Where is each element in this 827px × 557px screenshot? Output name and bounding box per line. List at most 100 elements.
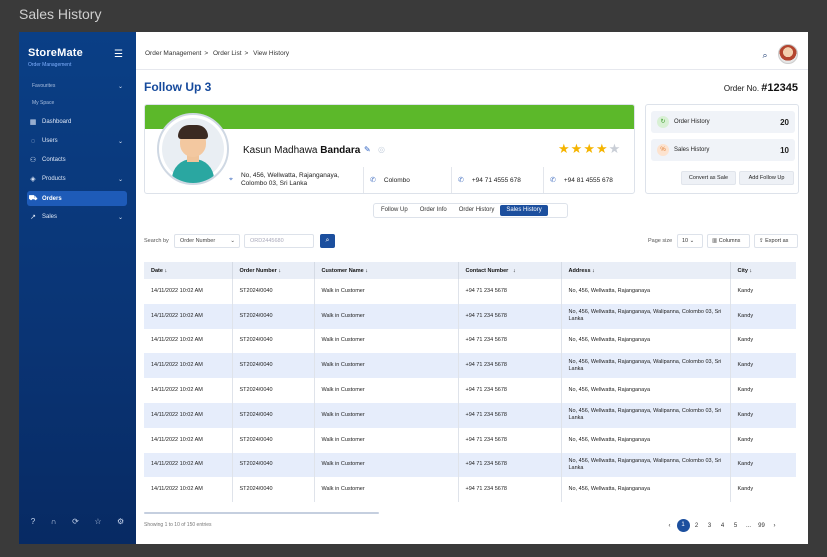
sales-history-table: Date ↓ Order Number ↓ Customer Name ↓ Co… xyxy=(144,262,796,503)
columns-button[interactable]: ▥ Columns xyxy=(707,234,750,248)
sidebar-item-contacts[interactable]: ⚇ Contacts xyxy=(27,153,127,167)
search-input[interactable]: ORD2445680 xyxy=(244,234,314,248)
breadcrumb-item: View History xyxy=(253,50,290,57)
column-header-order-number[interactable]: Order Number ↓ xyxy=(232,262,315,279)
customer-profile-card: Kasun Madhawa Bandara ✎ ◎ ★★★★★ ⌖ No, 45… xyxy=(144,104,635,194)
export-icon: ⇪ xyxy=(759,238,764,244)
page-title: Follow Up 3 xyxy=(144,80,212,94)
entries-info: Showing 1 to 10 of 150 entries xyxy=(144,522,212,528)
export-button[interactable]: ⇪ Export as xyxy=(754,234,798,248)
history-card: ↻ Order History 20 % Sales History 10 Co… xyxy=(645,104,799,194)
table-row[interactable]: 14/11/2022 10:02 AM ST2024/0040 Walk in Cu… xyxy=(144,378,796,403)
users-icon: ◌ xyxy=(30,137,36,145)
main-content: Order Management > Order List > View Histo… xyxy=(136,40,808,544)
chevron-right-icon[interactable]: › xyxy=(769,523,781,529)
edit-icon[interactable]: ✎ xyxy=(364,145,371,154)
column-header-address[interactable]: Address ↓ xyxy=(561,262,731,279)
city-cell: ✆ Colombo xyxy=(363,167,451,193)
star-icon[interactable]: ★ xyxy=(571,141,584,156)
sync-icon[interactable]: ⟳ xyxy=(72,517,79,526)
sales-icon: ↗ xyxy=(30,214,36,221)
avatar[interactable] xyxy=(778,44,798,64)
tab-sales-history[interactable]: Sales History xyxy=(500,205,548,216)
tab-bar: Follow Up Order Info Order History Sales… xyxy=(373,203,568,218)
sidebar-myspace: My Space xyxy=(32,100,55,106)
table-row[interactable]: 14/11/2022 10:02 AM ST2024/0040 Walk in Cu… xyxy=(144,477,796,503)
page-size-select[interactable]: 10 ⌄ xyxy=(677,234,703,248)
page-ellipsis: ... xyxy=(745,522,751,529)
customer-name: Kasun Madhawa Bandara xyxy=(243,145,361,156)
breadcrumb-item[interactable]: Order Management xyxy=(145,50,201,57)
breadcrumb-item[interactable]: Order List xyxy=(213,50,242,57)
star-icon[interactable]: ☆ xyxy=(94,517,101,526)
menu-icon[interactable]: ☰ xyxy=(114,49,123,60)
tab-follow-up[interactable]: Follow Up xyxy=(375,205,414,216)
order-history-stat[interactable]: ↻ Order History 20 xyxy=(651,111,795,133)
percent-icon: % xyxy=(657,144,669,156)
table-row[interactable]: 14/11/2022 10:02 AM ST2024/0040 Walk in Cu… xyxy=(144,402,796,428)
page-button[interactable]: 3 xyxy=(704,523,716,529)
table-row[interactable]: 14/11/2022 10:02 AM ST2024/0040 Walk in Cu… xyxy=(144,427,796,453)
products-icon: ◈ xyxy=(30,176,36,183)
column-header-contact-number[interactable]: Contact Number ↓ xyxy=(458,262,562,279)
horizontal-scrollbar[interactable] xyxy=(144,512,379,514)
frame-title: Sales History xyxy=(19,6,102,22)
page-button[interactable]: 2 xyxy=(691,523,703,529)
refresh-icon: ↻ xyxy=(657,116,669,128)
search-by-select[interactable]: Order Number ⌄ xyxy=(174,234,240,248)
settings-icon[interactable]: ⚙ xyxy=(117,517,124,526)
customer-avatar xyxy=(157,113,229,185)
topbar: Order Management > Order List > View Histo… xyxy=(136,40,808,70)
page-button[interactable]: 5 xyxy=(730,523,742,529)
help-icon[interactable]: ? xyxy=(31,517,35,526)
chevron-down-icon: ⌄ xyxy=(117,138,123,145)
sidebar-item-products[interactable]: ◈ Products ⌄ xyxy=(27,172,127,186)
table-header-row: Date ↓ Order Number ↓ Customer Name ↓ Co… xyxy=(144,262,796,279)
sidebar-item-sales[interactable]: ↗ Sales ⌄ xyxy=(27,210,127,224)
customer-info-row: ⌖ No, 456, Wellwatta, Rajanganaya, Colom… xyxy=(223,167,633,193)
breadcrumb: Order Management > Order List > View Histo… xyxy=(145,50,290,57)
phone-icon: ✆ xyxy=(458,177,464,184)
tab-order-history[interactable]: Order History xyxy=(453,205,501,216)
table-row[interactable]: 14/11/2022 10:02 AM ST2024/0040 Walk in Cu… xyxy=(144,353,796,379)
convert-as-sale-button[interactable]: Convert as Sale xyxy=(681,171,736,185)
table-row[interactable]: 14/11/2022 10:02 AM ST2024/0040 Walk in Cu… xyxy=(144,328,796,354)
page-button[interactable]: 99 xyxy=(756,523,768,529)
search-icon[interactable]: ⌕ xyxy=(756,46,774,64)
headset-icon[interactable]: ∩ xyxy=(51,517,57,526)
add-follow-up-button[interactable]: Add Follow Up xyxy=(739,171,794,185)
chevron-down-icon: ⌄ xyxy=(117,83,123,90)
chevron-left-icon[interactable]: ‹ xyxy=(664,523,676,529)
column-header-date[interactable]: Date ↓ xyxy=(144,262,233,279)
logo: StoreMate xyxy=(28,47,83,59)
chevron-down-icon: ⌄ xyxy=(230,238,235,244)
search-icon: ⌕ xyxy=(325,237,330,244)
sales-history-stat[interactable]: % Sales History 10 xyxy=(651,139,795,161)
table-row[interactable]: 14/11/2022 10:02 AM ST2024/0040 Walk in Cu… xyxy=(144,303,796,329)
phone2-cell: ✆ +94 81 4555 678 xyxy=(543,167,633,193)
sidebar-item-orders[interactable]: ⛟ Orders xyxy=(27,191,127,206)
sidebar-bottom-actions: ? ∩ ⟳ ☆ ⚙ xyxy=(19,517,136,526)
sidebar-item-dashboard[interactable]: ▦ Dashboard xyxy=(27,115,127,129)
search-by-label: Search by xyxy=(144,238,169,244)
star-icon[interactable]: ★ xyxy=(596,141,609,156)
table-row[interactable]: 14/11/2022 10:02 AM ST2024/0040 Walk in Cu… xyxy=(144,279,796,304)
columns-icon: ▥ xyxy=(712,238,718,244)
star-icon[interactable]: ★ xyxy=(609,141,622,156)
sidebar-item-users[interactable]: ◌ Users ⌄ xyxy=(27,134,127,148)
chevron-down-icon: ⌄ xyxy=(689,238,695,244)
verified-icon: ◎ xyxy=(378,145,385,154)
rating-stars[interactable]: ★★★★★ xyxy=(558,141,621,157)
column-header-city[interactable]: City ↓ xyxy=(730,262,796,279)
star-icon[interactable]: ★ xyxy=(583,141,596,156)
table-row[interactable]: 14/11/2022 10:02 AM ST2024/0040 Walk in Cu… xyxy=(144,452,796,478)
tab-order-info[interactable]: Order Info xyxy=(414,205,453,216)
sidebar-favourites[interactable]: Favourites ⌄ xyxy=(27,79,127,93)
column-header-customer-name[interactable]: Customer Name ↓ xyxy=(314,262,459,279)
logo-subtitle: Order Management xyxy=(28,62,72,68)
contacts-icon: ⚇ xyxy=(29,157,37,164)
search-button[interactable]: ⌕ xyxy=(320,234,335,248)
star-icon[interactable]: ★ xyxy=(558,141,571,156)
page-button[interactable]: 1 xyxy=(676,519,690,532)
page-button[interactable]: 4 xyxy=(717,523,729,529)
